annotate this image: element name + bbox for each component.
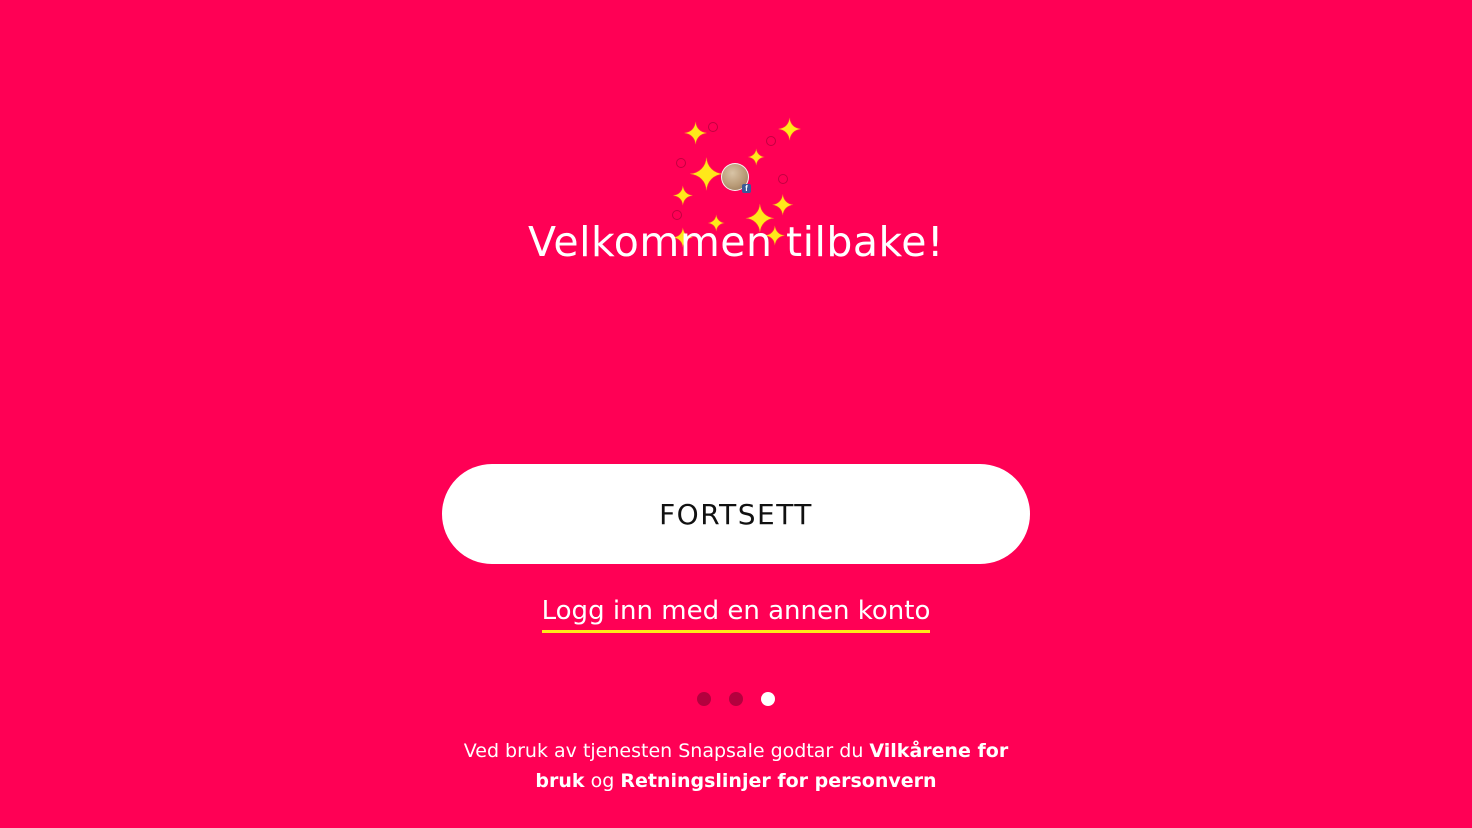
page-dot-3-active — [761, 692, 775, 706]
privacy-policy-link[interactable]: Retningslinjer for personvern — [620, 770, 936, 792]
page-dot-1 — [697, 692, 711, 706]
continue-button[interactable]: FORTSETT — [442, 464, 1030, 564]
page-dot-2 — [729, 692, 743, 706]
facebook-icon: f — [742, 184, 751, 193]
page-indicator — [0, 692, 1472, 706]
terms-prefix: Ved bruk av tjenesten Snapsale godtar du — [463, 740, 870, 762]
sparkle-icon: ✦ — [672, 182, 694, 212]
ring-decoration — [778, 174, 788, 184]
ring-decoration — [708, 122, 718, 132]
sparkle-icon: ✦ — [777, 113, 803, 148]
ring-decoration — [766, 136, 776, 146]
login-other-account-link[interactable]: Logg inn med en annen konto — [541, 596, 931, 633]
sparkle-icon: ✦ — [683, 117, 709, 152]
alt-login-container: Logg inn med en annen konto — [0, 596, 1472, 633]
welcome-back-screen: ✦ ✦ ✦ ✦ ✦ ✦ ✦ ✦ ✦ ✦ f Velkommen tilbake!… — [0, 0, 1472, 828]
terms-notice: Ved bruk av tjenesten Snapsale godtar du… — [436, 736, 1036, 796]
user-avatar: f — [721, 163, 751, 193]
ring-decoration — [676, 158, 686, 168]
welcome-hero: ✦ ✦ ✦ ✦ ✦ ✦ ✦ ✦ ✦ ✦ f Velkommen tilbake! — [0, 110, 1472, 270]
terms-conjunction: og — [584, 770, 621, 792]
welcome-title: Velkommen tilbake! — [528, 218, 944, 266]
